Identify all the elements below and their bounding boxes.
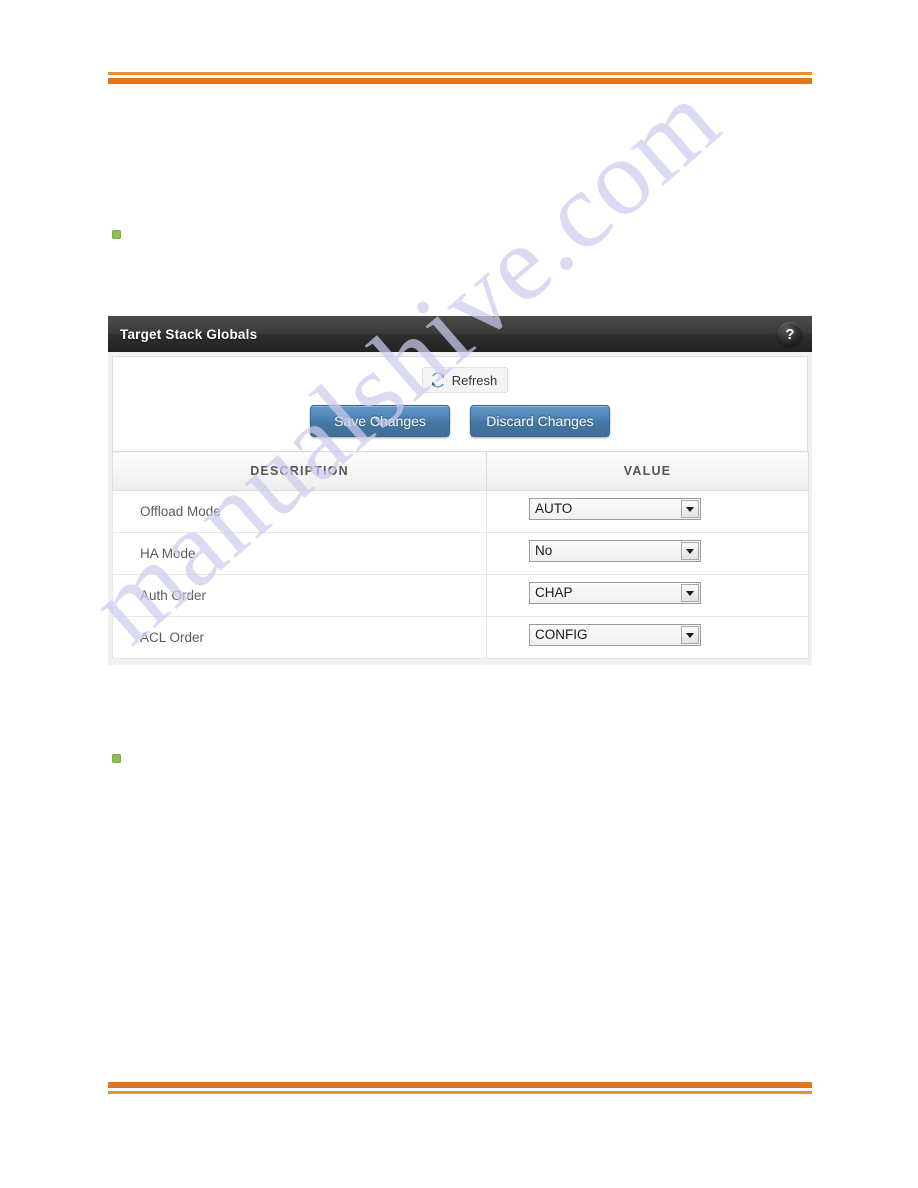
row-description: Offload Mode bbox=[112, 490, 487, 533]
save-changes-button[interactable]: Save Changes bbox=[310, 405, 450, 437]
table-header-row: DESCRIPTION VALUE bbox=[112, 451, 809, 491]
panel-titlebar: Target Stack Globals ? bbox=[108, 316, 812, 352]
refresh-button[interactable]: Refresh bbox=[421, 367, 509, 393]
table-row: Auth Order CHAP bbox=[112, 574, 809, 617]
panel-body: Refresh Save Changes Discard Changes DES… bbox=[108, 352, 812, 665]
row-value-cell: No bbox=[486, 532, 809, 575]
help-icon[interactable]: ? bbox=[778, 322, 802, 346]
chevron-down-icon[interactable] bbox=[681, 500, 699, 518]
panel-toolbar: Refresh Save Changes Discard Changes bbox=[112, 356, 808, 451]
row-description: ACL Order bbox=[112, 616, 487, 659]
row-description: HA Mode bbox=[112, 532, 487, 575]
auth-order-select[interactable]: CHAP bbox=[529, 582, 701, 604]
acl-order-select-value: CONFIG bbox=[535, 627, 588, 642]
row-value-cell: CONFIG bbox=[486, 616, 809, 659]
header-rule-thick bbox=[108, 78, 812, 84]
table-row: HA Mode No bbox=[112, 532, 809, 575]
globals-table: DESCRIPTION VALUE Offload Mode AUTO HA M… bbox=[112, 451, 809, 659]
chevron-down-icon[interactable] bbox=[681, 626, 699, 644]
refresh-label: Refresh bbox=[451, 372, 498, 388]
chevron-down-icon[interactable] bbox=[681, 542, 699, 560]
section-bullet-marker bbox=[112, 754, 121, 763]
auth-order-select-value: CHAP bbox=[535, 585, 573, 600]
footer-rule-thin bbox=[108, 1091, 812, 1094]
row-value-cell: CHAP bbox=[486, 574, 809, 617]
refresh-icon bbox=[430, 372, 446, 388]
table-row: ACL Order CONFIG bbox=[112, 616, 809, 659]
section-bullet-marker bbox=[112, 230, 121, 239]
chevron-down-icon[interactable] bbox=[681, 584, 699, 602]
column-header-description: DESCRIPTION bbox=[112, 451, 487, 491]
refresh-row: Refresh bbox=[113, 367, 807, 393]
discard-changes-button[interactable]: Discard Changes bbox=[470, 405, 610, 437]
offload-mode-select-value: AUTO bbox=[535, 501, 573, 516]
action-button-row: Save Changes Discard Changes bbox=[113, 405, 807, 437]
row-value-cell: AUTO bbox=[486, 490, 809, 533]
page-title: Target Stack Globals bbox=[120, 326, 258, 342]
ha-mode-select[interactable]: No bbox=[529, 540, 701, 562]
column-header-value: VALUE bbox=[486, 451, 809, 491]
ha-mode-select-value: No bbox=[535, 543, 553, 558]
offload-mode-select[interactable]: AUTO bbox=[529, 498, 701, 520]
row-description: Auth Order bbox=[112, 574, 487, 617]
target-stack-globals-panel: Target Stack Globals ? Refresh Save Chan… bbox=[108, 316, 812, 665]
footer-rule bbox=[108, 1082, 812, 1094]
header-rule bbox=[108, 72, 812, 84]
table-row: Offload Mode AUTO bbox=[112, 490, 809, 533]
acl-order-select[interactable]: CONFIG bbox=[529, 624, 701, 646]
